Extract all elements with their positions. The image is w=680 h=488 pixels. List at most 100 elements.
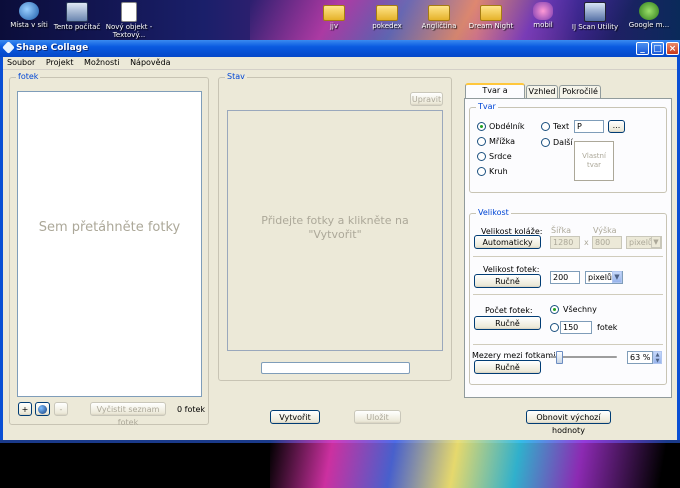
shape-circle-label[interactable]: Kruh	[489, 167, 508, 176]
tab-shape-size[interactable]: Tvar a velikost	[465, 83, 525, 107]
photo-count-label: Počet fotek:	[485, 306, 533, 315]
count-custom-radio[interactable]	[550, 323, 559, 332]
desktop-icon-my-computer[interactable]: Tento počítač	[48, 2, 106, 31]
status-legend: Stav	[225, 72, 247, 81]
desktop-icon-pokedex[interactable]: pokedex	[358, 2, 416, 30]
divider	[473, 344, 663, 345]
desktop-icon-new-text-doc[interactable]: Nový objekt - Textový...	[100, 2, 158, 39]
shape-rectangle-label[interactable]: Obdélník	[489, 122, 525, 131]
remove-photo-button[interactable]: -	[54, 402, 68, 416]
preview-area: Přidejte fotky a klikněte na "Vytvořit"	[227, 110, 443, 351]
collage-unit-value: pixelů	[629, 238, 654, 247]
desktop-icon-scan-utility[interactable]: IJ Scan Utility	[566, 2, 624, 31]
spacing-percent-input[interactable]: 63 %	[627, 351, 653, 364]
clear-list-button[interactable]: Vyčistit seznam fotek	[90, 402, 166, 427]
divider	[473, 256, 663, 257]
drop-hint: Sem přetáhněte fotky	[38, 220, 181, 235]
photo-count-mode-button[interactable]: Ručně	[474, 316, 541, 330]
shape-other-label[interactable]: Další	[553, 138, 573, 147]
menu-soubor[interactable]: Soubor	[3, 57, 39, 67]
shape-heart-radio[interactable]	[477, 152, 486, 161]
app-icon	[2, 41, 15, 54]
tab-appearance[interactable]: Vzhled	[526, 85, 558, 98]
menu-moznosti[interactable]: Možnosti	[80, 57, 124, 67]
shape-text-label[interactable]: Text	[553, 122, 569, 131]
folder-icon	[428, 5, 450, 21]
menu-napoveda[interactable]: Nápověda	[126, 57, 175, 67]
menu-projekt[interactable]: Projekt	[42, 57, 78, 67]
desktop-icon-anglictina[interactable]: Angličtina	[410, 2, 468, 30]
shape-text-input[interactable]: P	[574, 120, 604, 133]
photo-size-label: Velikost fotek:	[483, 265, 540, 274]
shape-heart-label[interactable]: Srdce	[489, 152, 512, 161]
desktop-icon-label: Angličtina	[421, 22, 457, 30]
add-photo-button[interactable]: +	[18, 402, 32, 416]
desktop-background-bottom	[0, 440, 680, 488]
shape-collage-window: Shape Collage _ □ × Soubor Projekt Možno…	[0, 40, 680, 440]
text-document-icon	[121, 2, 137, 22]
close-button[interactable]: ×	[666, 42, 679, 55]
tab-advanced[interactable]: Pokročilé	[559, 85, 601, 98]
maximize-button[interactable]: □	[651, 42, 664, 55]
save-button[interactable]: Uložit	[354, 410, 401, 424]
shape-other-radio[interactable]	[541, 138, 550, 147]
collage-size-mode-button[interactable]: Automaticky	[474, 235, 541, 249]
desktop-icon-mobil[interactable]: mobil	[514, 2, 572, 29]
size-legend: Velikost	[476, 208, 511, 217]
count-all-radio[interactable]	[550, 305, 559, 314]
height-label: Výška	[593, 226, 617, 235]
desktop-background: Místa v síti Tento počítač Nový objekt -…	[0, 0, 680, 42]
chevron-down-icon: ▼	[651, 236, 661, 248]
photo-unit-value: pixelů	[588, 273, 613, 282]
photo-count-unit: fotek	[597, 323, 618, 332]
photo-size-mode-button[interactable]: Ručně	[474, 274, 541, 288]
desktop-icon-label: IJ Scan Utility	[571, 23, 619, 31]
photo-drop-area[interactable]: Sem přetáhněte fotky	[17, 91, 202, 397]
my-computer-icon	[66, 2, 88, 22]
collage-height-input[interactable]: 800	[592, 236, 622, 249]
progress-bar	[261, 362, 410, 374]
network-places-icon	[19, 2, 39, 20]
width-label: Šířka	[551, 226, 571, 235]
butterfly-icon	[533, 2, 553, 20]
spacing-slider-thumb[interactable]	[556, 351, 563, 364]
chevron-down-icon: ▼	[612, 271, 622, 283]
divider	[473, 294, 663, 295]
photos-legend: fotek	[16, 72, 41, 81]
desktop-icon-dream-night[interactable]: Dream Night	[462, 2, 520, 30]
minimize-button[interactable]: _	[636, 42, 649, 55]
shape-rectangle-radio[interactable]	[477, 122, 486, 131]
desktop-icon-label: Google m...	[628, 21, 670, 29]
photo-count-input[interactable]: 150	[560, 321, 592, 334]
create-button[interactable]: Vytvořit	[270, 410, 320, 424]
desktop-icon-label: jjv	[329, 22, 339, 30]
title-bar[interactable]: Shape Collage _ □ ×	[0, 40, 680, 57]
shape-text-radio[interactable]	[541, 122, 550, 131]
preview-hint: Přidejte fotky a klikněte na "Vytvořit"	[261, 214, 409, 241]
collage-width-input[interactable]: 1280	[550, 236, 580, 249]
scan-utility-icon	[584, 2, 606, 22]
spacing-mode-button[interactable]: Ručně	[474, 360, 541, 374]
times-sign: x	[584, 238, 589, 247]
add-folder-button[interactable]	[35, 402, 50, 416]
photo-size-input[interactable]: 200	[550, 271, 580, 284]
folder-icon	[323, 5, 345, 21]
custom-shape-box[interactable]: Vlastní tvar	[574, 141, 614, 181]
window-title: Shape Collage	[16, 43, 89, 53]
spacing-spinner[interactable]: ▲ ▼	[653, 351, 662, 364]
globe-icon	[38, 405, 47, 414]
desktop-icon-label: mobil	[533, 21, 553, 29]
photo-count: 0 fotek	[177, 405, 206, 414]
font-browse-button[interactable]: ...	[608, 120, 625, 133]
custom-shape-label: Vlastní tvar	[582, 152, 606, 169]
count-all-label[interactable]: Všechny	[563, 305, 597, 314]
desktop-icon-label: Dream Night	[468, 22, 514, 30]
shape-grid-radio[interactable]	[477, 137, 486, 146]
shape-grid-label[interactable]: Mřížka	[489, 137, 515, 146]
reset-defaults-button[interactable]: Obnovit výchozí hodnoty	[526, 410, 611, 435]
desktop-icon-jjv[interactable]: jjv	[305, 2, 363, 30]
edit-button[interactable]: Upravit	[410, 92, 443, 106]
google-icon	[639, 2, 659, 20]
desktop-icon-google[interactable]: Google m...	[620, 2, 678, 29]
shape-circle-radio[interactable]	[477, 167, 486, 176]
